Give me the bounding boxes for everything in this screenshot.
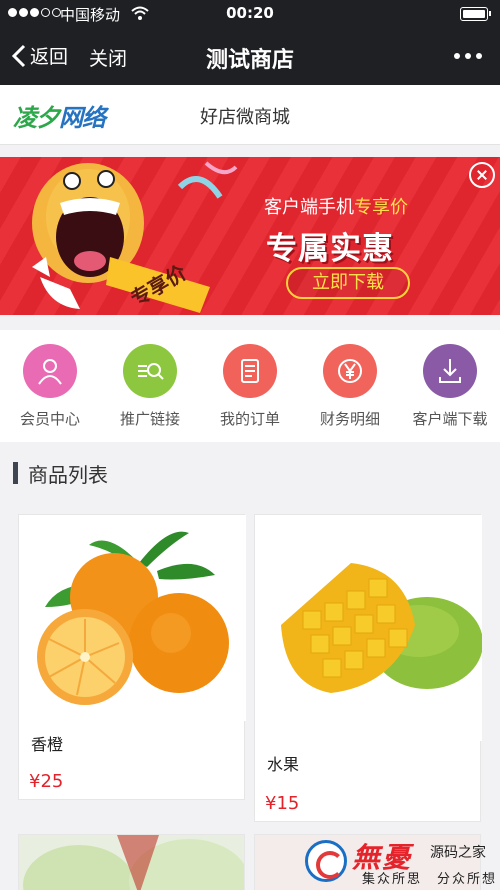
- battery-icon: [460, 7, 491, 21]
- shortcut-finance-details[interactable]: 财务明细: [300, 330, 400, 442]
- shortcut-label: 财务明细: [319, 410, 380, 428]
- logo-part2: 网络: [59, 103, 106, 132]
- product-name: 水果: [267, 755, 300, 774]
- order-icon: [223, 344, 277, 398]
- download-now-button[interactable]: 立即下载: [286, 267, 410, 299]
- shortcut-label: 会员中心: [19, 410, 80, 428]
- shortcut-label: 客户端下载: [412, 410, 488, 428]
- cabbage-image: [19, 835, 244, 890]
- shortcut-menu: 会员中心 推广链接 我的订单 财务明细 客户端下载: [0, 330, 500, 442]
- shortcut-client-download[interactable]: 客户端下载: [400, 330, 500, 442]
- banner-headline: 专属实惠: [266, 231, 394, 267]
- product-card[interactable]: 香橙 ¥25: [18, 514, 246, 800]
- shortcut-member-center[interactable]: 会员中心: [0, 330, 100, 442]
- yen-icon: [323, 344, 377, 398]
- shop-title: 好店微商城: [200, 107, 290, 128]
- shortcut-my-orders[interactable]: 我的订单: [200, 330, 300, 442]
- watermark-logo: 無憂 源码之家 集众所思 分众所想: [300, 832, 500, 890]
- banner-subtitle: 客户端手机专享价: [264, 193, 408, 219]
- logo-part1: 凌夕: [13, 103, 60, 132]
- promo-banner[interactable]: 专享价 客户端手机专享价 专属实惠 立即下载: [0, 157, 500, 315]
- banner-subtitle-prefix: 客户端手机: [264, 197, 354, 218]
- shortcut-label: 推广链接: [119, 410, 180, 428]
- close-button[interactable]: 关闭: [89, 44, 127, 71]
- product-card[interactable]: 水果 ¥15: [254, 514, 482, 822]
- banner-subtitle-highlight: 专享价: [354, 197, 408, 218]
- back-button[interactable]: 返回: [10, 42, 68, 69]
- user-icon: [23, 344, 77, 398]
- brand-header: 凌夕 网络 好店微商城: [0, 85, 500, 145]
- more-icon[interactable]: [454, 53, 482, 59]
- watermark-tag: 源码之家: [430, 845, 486, 861]
- section-header: 商品列表: [13, 460, 108, 487]
- company-logo: 凌夕 网络: [13, 97, 106, 133]
- mango-image: [255, 515, 482, 741]
- back-label: 返回: [30, 46, 69, 68]
- orange-image: [19, 515, 246, 721]
- close-banner-icon[interactable]: [469, 162, 495, 188]
- mascot-illustration: 专享价: [32, 161, 238, 313]
- download-icon: [423, 344, 477, 398]
- nav-bar: 返回 关闭 测试商店: [0, 28, 500, 85]
- watermark-slogan: 集众所思 分众所想: [362, 872, 498, 887]
- promo-link-icon: [123, 344, 177, 398]
- chevron-left-icon: [11, 44, 26, 67]
- product-card[interactable]: [18, 834, 245, 890]
- product-price: ¥25: [29, 771, 64, 792]
- shortcut-label: 我的订单: [219, 410, 280, 428]
- status-bar: 中国移动 00:20: [0, 0, 500, 28]
- watermark-seal-icon: [305, 840, 347, 882]
- section-title: 商品列表: [28, 462, 108, 487]
- product-name: 香橙: [31, 735, 64, 754]
- section-accent-bar: [13, 462, 18, 484]
- product-price: ¥15: [265, 793, 300, 814]
- page-title: 测试商店: [205, 48, 294, 73]
- shortcut-promo-link[interactable]: 推广链接: [100, 330, 200, 442]
- clock: 00:20: [226, 4, 274, 22]
